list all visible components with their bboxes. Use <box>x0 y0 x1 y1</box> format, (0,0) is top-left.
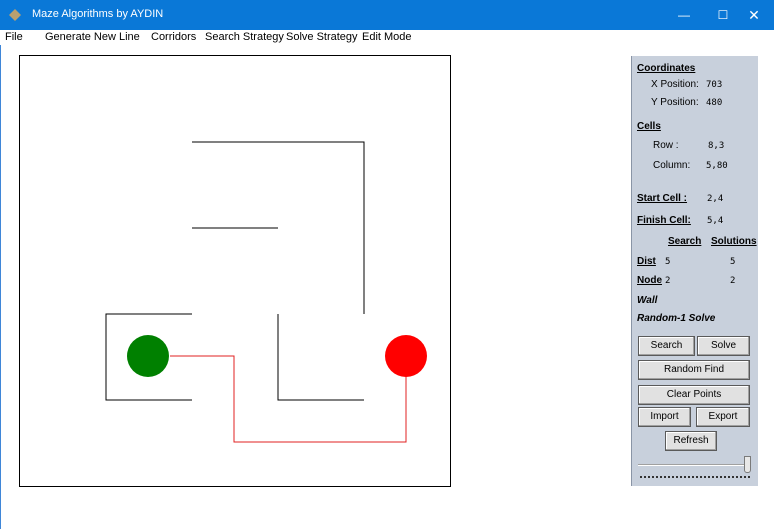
export-button[interactable]: Export <box>696 407 750 427</box>
menu-line[interactable]: Line <box>119 31 140 43</box>
x-position-label: X Position: <box>651 79 699 90</box>
slider-thumb[interactable] <box>744 456 751 473</box>
start-cell-value: 2,4 <box>707 194 724 204</box>
coordinates-heading: Coordinates <box>637 63 696 74</box>
menu-generate-new[interactable]: Generate New <box>45 31 116 43</box>
node-solutions-value: 2 <box>730 276 736 286</box>
random-find-button[interactable]: Random Find <box>638 360 750 380</box>
menu-corridors[interactable]: Corridors <box>151 31 196 43</box>
finish-cell-marker <box>385 335 427 377</box>
maze-wall <box>277 314 364 401</box>
finish-cell-label: Finish Cell: <box>637 215 691 226</box>
menu-file[interactable]: File <box>5 31 23 43</box>
solution-path <box>170 355 407 443</box>
title-bar: Maze Algorithms by AYDIN — ☐ ✕ <box>0 0 774 30</box>
dist-label: Dist <box>637 256 656 267</box>
menu-solve-strategy[interactable]: Solve Strategy <box>286 31 358 43</box>
control-panel: Coordinates X Position: 703 Y Position: … <box>631 56 758 486</box>
window-border <box>0 45 1 529</box>
column-label: Column: <box>653 160 691 171</box>
dist-solutions-value: 5 <box>730 257 736 267</box>
search-button[interactable]: Search <box>638 336 695 356</box>
node-search-value: 2 <box>665 276 671 286</box>
start-cell-label: Start Cell : <box>637 193 688 204</box>
minimize-button[interactable]: — <box>666 0 702 30</box>
search-column-heading: Search <box>668 236 702 247</box>
maze-canvas[interactable] <box>19 55 451 487</box>
solve-button[interactable]: Solve <box>697 336 750 356</box>
solve-strategy-status: Random-1 Solve <box>637 313 716 324</box>
close-button[interactable]: ✕ <box>736 0 772 30</box>
menu-search-strategy[interactable]: Search Strategy <box>205 31 284 43</box>
node-label: Node <box>637 275 662 286</box>
finish-cell-value: 5,4 <box>707 216 724 226</box>
refresh-button[interactable]: Refresh <box>665 431 717 451</box>
import-button[interactable]: Import <box>638 407 691 427</box>
edit-mode-status: Wall <box>637 295 658 306</box>
window-title: Maze Algorithms by AYDIN <box>32 8 164 20</box>
cells-heading: Cells <box>637 121 661 132</box>
row-value: 8,3 <box>708 141 725 151</box>
x-position-value: 703 <box>706 80 723 90</box>
clear-points-button[interactable]: Clear Points <box>638 385 750 405</box>
solutions-column-heading: Solutions <box>711 236 757 247</box>
y-position-value: 480 <box>706 98 723 108</box>
menu-edit-mode[interactable]: Edit Mode <box>362 31 412 43</box>
y-position-label: Y Position: <box>651 97 699 108</box>
dist-search-value: 5 <box>665 257 671 267</box>
row-label: Row : <box>653 140 679 151</box>
slider-track[interactable] <box>638 464 748 466</box>
start-cell-marker <box>127 335 169 377</box>
app-icon <box>9 9 21 21</box>
slider-ticks <box>640 476 750 479</box>
menu-bar: File Generate New Line Corridors Search … <box>0 30 774 45</box>
column-value: 5,80 <box>706 161 728 171</box>
maze-drawing <box>105 141 427 443</box>
